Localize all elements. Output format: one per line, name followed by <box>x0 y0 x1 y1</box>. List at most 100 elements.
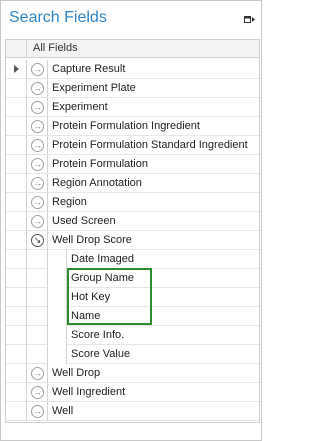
row-cell: Used Screen <box>48 212 259 231</box>
tree-row-used-screen[interactable]: → Used Screen <box>6 212 259 231</box>
tree-indent <box>27 250 48 269</box>
row-cell: Well Drop Score <box>48 231 259 250</box>
row-indicator <box>6 345 27 364</box>
child-row-date-imaged[interactable]: Date Imaged <box>6 250 259 269</box>
expand-arrow-icon[interactable]: → <box>31 101 44 114</box>
expand-arrow-icon[interactable]: → <box>31 405 44 418</box>
column-header: All Fields <box>6 40 259 58</box>
row-cell: Protein Formulation Ingredient <box>48 117 259 136</box>
tree-indent <box>48 345 67 364</box>
row-label: Capture Result <box>52 63 126 75</box>
row-cell: Well <box>48 402 259 421</box>
expand-button[interactable]: → <box>27 98 48 117</box>
row-label: Well Drop <box>52 367 101 379</box>
pin-icon[interactable] <box>243 13 255 25</box>
row-indicator <box>6 136 27 155</box>
tree-indent <box>27 307 48 326</box>
row-cell: Protein Formulation <box>48 155 259 174</box>
tree-row-region[interactable]: → Region <box>6 193 259 212</box>
collapse-arrow-icon[interactable]: ↘ <box>31 234 44 247</box>
row-label: Name <box>71 310 101 322</box>
expand-button[interactable]: → <box>27 136 48 155</box>
row-indicator <box>6 117 27 136</box>
child-row-score-value[interactable]: Score Value <box>6 345 259 364</box>
fields-tree-grid[interactable]: All Fields → Capture Result → Experiment… <box>5 39 260 423</box>
expand-button[interactable]: → <box>27 212 48 231</box>
tree-row-capture-result[interactable]: → Capture Result <box>6 60 259 79</box>
tree-row-experiment[interactable]: → Experiment <box>6 98 259 117</box>
panel-header: Search Fields <box>1 1 261 37</box>
row-cell: Hot Key <box>67 288 259 307</box>
row-label: Region Annotation <box>52 177 142 189</box>
expand-arrow-icon[interactable]: → <box>31 215 44 228</box>
row-indicator <box>6 402 27 421</box>
row-cell: Region <box>48 193 259 212</box>
row-indicator <box>6 193 27 212</box>
child-row-name[interactable]: Name <box>6 307 259 326</box>
row-cell: Capture Result <box>48 60 259 79</box>
expand-button[interactable]: → <box>27 364 48 383</box>
row-cell: Score Info. <box>67 326 259 345</box>
tree-indent <box>27 326 48 345</box>
tree-row-well-drop[interactable]: → Well Drop <box>6 364 259 383</box>
tree-indent <box>48 288 67 307</box>
row-indicator <box>6 326 27 345</box>
tree-row-experiment-plate[interactable]: → Experiment Plate <box>6 79 259 98</box>
expand-button[interactable]: → <box>27 60 48 79</box>
expand-arrow-icon[interactable]: → <box>31 82 44 95</box>
tree-row-protein-formulation-ingredient[interactable]: → Protein Formulation Ingredient <box>6 117 259 136</box>
expand-arrow-icon[interactable]: → <box>31 158 44 171</box>
row-label: Region <box>52 196 87 208</box>
row-indicator <box>6 60 27 79</box>
row-indicator <box>6 155 27 174</box>
tree-row-well-ingredient[interactable]: → Well Ingredient <box>6 383 259 402</box>
row-label: Used Screen <box>52 215 116 227</box>
expand-button[interactable]: → <box>27 79 48 98</box>
row-indicator <box>6 269 27 288</box>
row-cell: Protein Formulation Standard Ingredient <box>48 136 259 155</box>
header-indicator-cell <box>6 40 27 57</box>
tree-row-well[interactable]: → Well <box>6 402 259 421</box>
expand-arrow-icon[interactable]: → <box>31 196 44 209</box>
collapse-button[interactable]: ↘ <box>27 231 48 250</box>
expand-button[interactable]: → <box>27 174 48 193</box>
row-label: Experiment <box>52 101 108 113</box>
tree-row-protein-formulation-standard-ingredient[interactable]: → Protein Formulation Standard Ingredien… <box>6 136 259 155</box>
row-cell: Region Annotation <box>48 174 259 193</box>
expand-button[interactable]: → <box>27 117 48 136</box>
tree-row-well-drop-score[interactable]: ↘ Well Drop Score <box>6 231 259 250</box>
tree-indent <box>48 269 67 288</box>
tree-indent <box>48 250 67 269</box>
row-cell: Name <box>67 307 259 326</box>
expand-arrow-icon[interactable]: → <box>31 386 44 399</box>
expand-arrow-icon[interactable]: → <box>31 139 44 152</box>
row-cell: Well Drop <box>48 364 259 383</box>
row-label: Date Imaged <box>71 253 134 265</box>
tree-indent <box>48 326 67 345</box>
expand-arrow-icon[interactable]: → <box>31 120 44 133</box>
expand-arrow-icon[interactable]: → <box>31 63 44 76</box>
child-row-group-name[interactable]: Group Name <box>6 269 259 288</box>
tree-row-protein-formulation[interactable]: → Protein Formulation <box>6 155 259 174</box>
row-cell: Group Name <box>67 269 259 288</box>
row-indicator <box>6 288 27 307</box>
expand-button[interactable]: → <box>27 193 48 212</box>
row-label: Hot Key <box>71 291 111 303</box>
row-indicator <box>6 364 27 383</box>
tree-row-region-annotation[interactable]: → Region Annotation <box>6 174 259 193</box>
tree-indent <box>27 288 48 307</box>
child-row-score-info[interactable]: Score Info. <box>6 326 259 345</box>
row-cell: Experiment Plate <box>48 79 259 98</box>
row-label: Group Name <box>71 272 134 284</box>
expand-button[interactable]: → <box>27 155 48 174</box>
expand-button[interactable]: → <box>27 383 48 402</box>
expand-arrow-icon[interactable]: → <box>31 177 44 190</box>
expand-button[interactable]: → <box>27 402 48 421</box>
row-label: Protein Formulation Standard Ingredient <box>52 139 248 151</box>
child-row-hot-key[interactable]: Hot Key <box>6 288 259 307</box>
expand-arrow-icon[interactable]: → <box>31 367 44 380</box>
row-label: Score Info. <box>71 329 125 341</box>
row-cell: Well Ingredient <box>48 383 259 402</box>
row-indicator <box>6 307 27 326</box>
row-label: Well Drop Score <box>52 234 132 246</box>
